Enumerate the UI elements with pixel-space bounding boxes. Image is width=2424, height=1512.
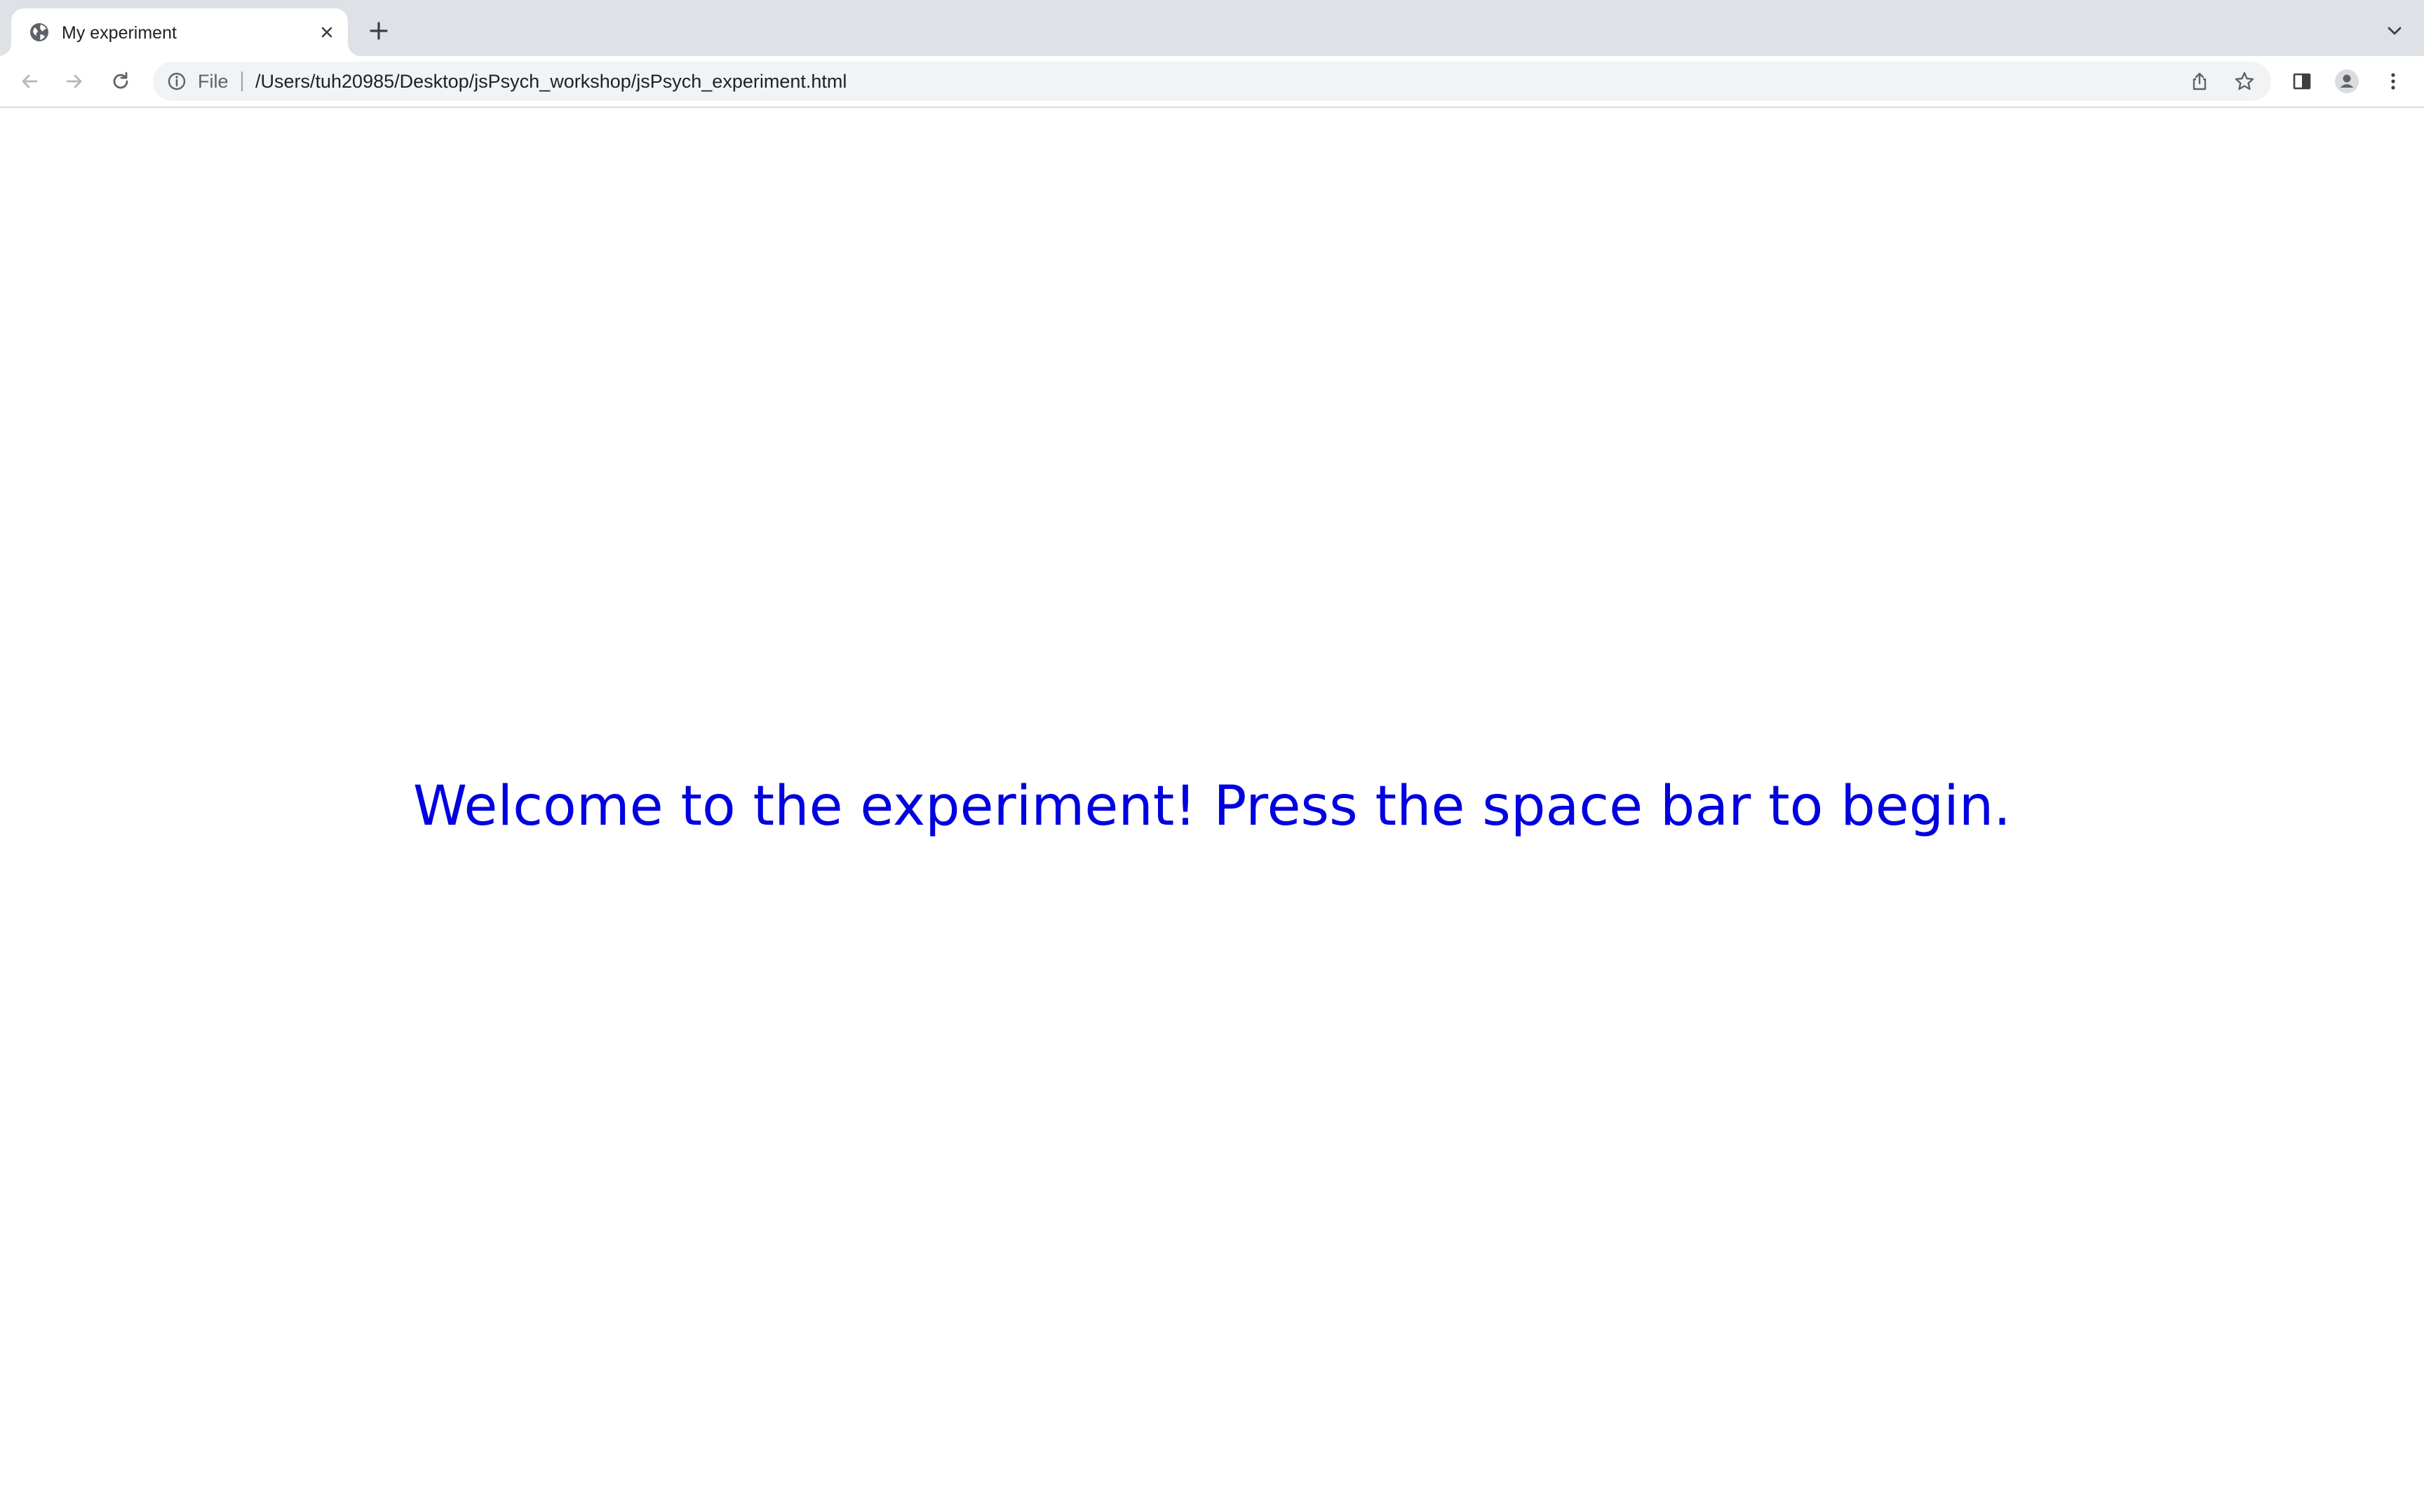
forward-arrow-icon[interactable] bbox=[60, 67, 88, 95]
info-icon[interactable] bbox=[166, 70, 188, 93]
page-content: Welcome to the experiment! Press the spa… bbox=[0, 108, 2424, 1512]
welcome-message: Welcome to the experiment! Press the spa… bbox=[412, 775, 2012, 838]
new-tab-plus-icon[interactable] bbox=[366, 18, 391, 43]
globe-icon bbox=[28, 21, 50, 43]
reload-icon[interactable] bbox=[107, 67, 135, 95]
close-tab-icon[interactable] bbox=[316, 21, 338, 43]
tab-title: My experiment bbox=[62, 23, 177, 43]
url-scheme-label: File bbox=[198, 71, 229, 92]
more-menu-icon[interactable] bbox=[2379, 67, 2407, 95]
back-arrow-icon[interactable] bbox=[15, 67, 43, 95]
address-bar[interactable]: File /Users/tuh20985/Desktop/jsPsych_wor… bbox=[153, 62, 2271, 101]
bookmark-star-icon[interactable] bbox=[2232, 69, 2257, 94]
url-text[interactable]: /Users/tuh20985/Desktop/jsPsych_workshop… bbox=[255, 71, 847, 92]
address-divider bbox=[241, 72, 243, 91]
browser-window: My experiment File /Users/tuh20985/Deskt… bbox=[0, 0, 2424, 1512]
browser-toolbar: File /Users/tuh20985/Desktop/jsPsych_wor… bbox=[0, 56, 2424, 108]
tab-strip: My experiment bbox=[0, 0, 2424, 56]
profile-avatar-icon[interactable] bbox=[2333, 67, 2361, 95]
chevron-down-icon[interactable] bbox=[2382, 18, 2407, 43]
share-icon[interactable] bbox=[2187, 69, 2212, 94]
side-panel-icon[interactable] bbox=[2288, 67, 2316, 95]
tab-my-experiment[interactable]: My experiment bbox=[11, 8, 348, 56]
